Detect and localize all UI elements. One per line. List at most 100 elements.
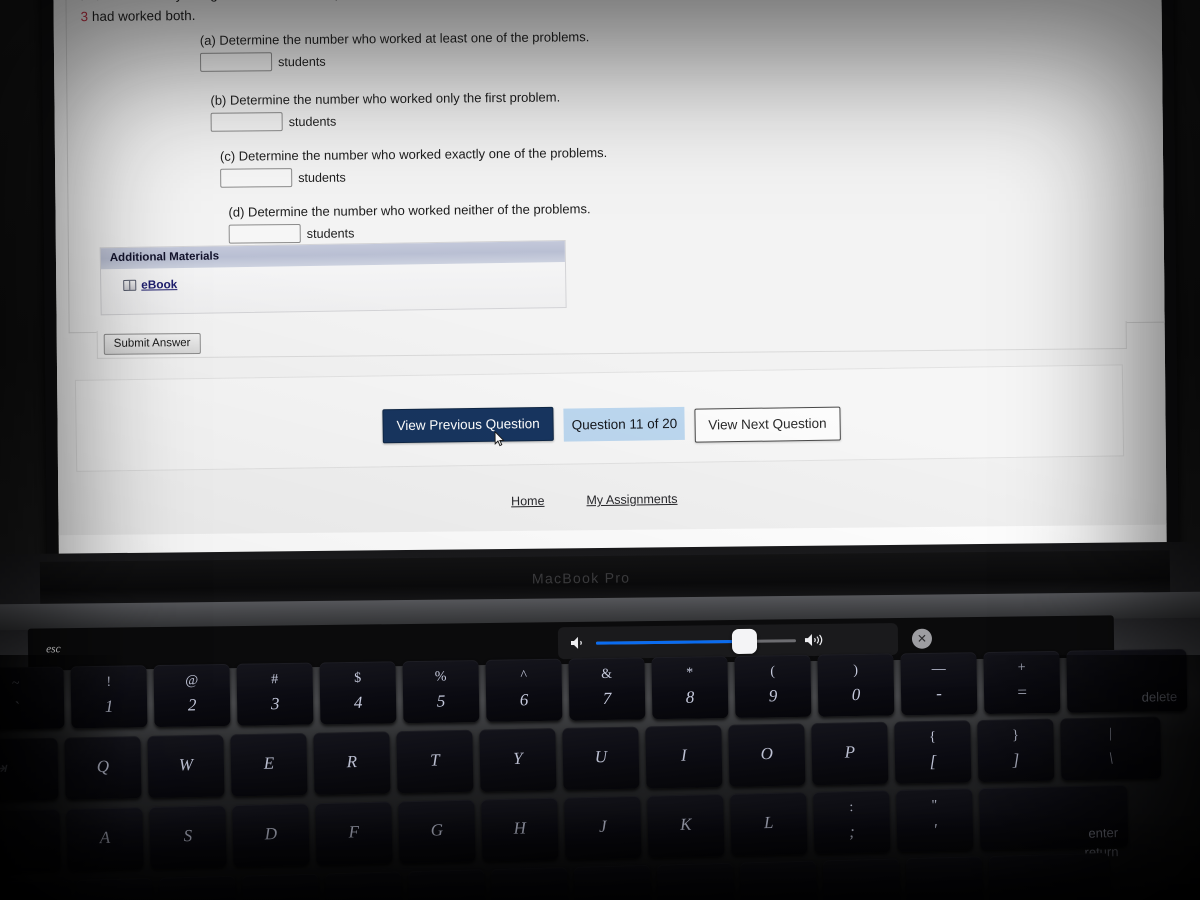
key-i-8[interactable]: I	[645, 724, 723, 789]
part-a-input[interactable]	[199, 52, 273, 72]
key-k-0[interactable]: k	[0, 809, 61, 874]
part-d-label: (d) Determine the number who worked neit…	[228, 201, 591, 220]
key-key-1[interactable]	[76, 877, 154, 900]
view-previous-question-label: View Previous Question	[396, 415, 540, 434]
ebook-link[interactable]: eBook	[141, 277, 177, 292]
key-3-3[interactable]: #3	[236, 662, 314, 726]
key-e-3[interactable]: E	[230, 732, 308, 797]
key--11[interactable]: " '	[896, 788, 974, 853]
key-d-3[interactable]: D	[232, 803, 310, 868]
key-y-6[interactable]: Y	[479, 728, 557, 792]
key-u-7[interactable]: U	[562, 726, 640, 791]
prompt-pre: Professor Hickey assigned two homework p…	[80, 0, 469, 3]
volume-slider-handle[interactable]	[731, 628, 758, 654]
mouse-cursor-icon	[494, 431, 505, 447]
key-legend-bottom: ;	[848, 822, 856, 842]
footer-link-my-assignments[interactable]: My Assignments	[586, 492, 677, 507]
key-legend-top: )	[853, 663, 859, 679]
key-key-12[interactable]	[988, 852, 1111, 900]
key-r-4[interactable]: R	[313, 731, 391, 795]
key-5-5[interactable]: % 5	[402, 659, 480, 724]
key--0[interactable]: ~ `	[0, 666, 65, 730]
both-problems-count: 3	[80, 8, 89, 25]
key-key-9[interactable]	[739, 860, 818, 900]
speaker-high-icon	[804, 634, 823, 647]
key-legend: J	[598, 816, 607, 836]
key-key-2[interactable]	[159, 875, 237, 900]
key-f-4[interactable]: F	[315, 801, 393, 866]
key-legend: U	[594, 747, 608, 767]
key-g-5[interactable]: G	[398, 799, 476, 864]
key-2-2[interactable]: @2	[153, 663, 231, 728]
volume-hud-close-button[interactable]: ✕	[911, 628, 933, 649]
book-icon	[123, 279, 137, 291]
key-q-1[interactable]: Q	[64, 736, 142, 800]
key-delete-13[interactable]: delete	[1066, 648, 1188, 713]
key-8-8[interactable]: * 8	[651, 656, 729, 720]
key--13[interactable]: | \	[1060, 716, 1162, 781]
part-d-input[interactable]	[228, 223, 301, 244]
webassign-page: Professor Hickey assigned two homework p…	[53, 0, 1167, 536]
key-p-10[interactable]: P	[811, 721, 889, 786]
key-h-6[interactable]: H	[481, 797, 559, 862]
key--12[interactable]: + =	[983, 650, 1061, 715]
key-key-0[interactable]	[0, 880, 71, 900]
key-legend: Q	[96, 756, 110, 776]
key-legend-bottom: `	[13, 698, 20, 718]
key-legend-top: "	[931, 798, 938, 814]
key-k-8[interactable]: K	[647, 793, 725, 858]
key-1-1[interactable]: ! 1	[70, 665, 148, 729]
key-6-6[interactable]: ^ 6	[485, 658, 563, 722]
key-key-6[interactable]	[490, 867, 569, 900]
key-legend-bottom: 6	[519, 690, 529, 710]
key-o-9[interactable]: O	[728, 723, 806, 787]
key-w-2[interactable]: W	[147, 734, 225, 799]
key-legend-bottom: -	[936, 683, 943, 703]
key-j-7[interactable]: J	[564, 795, 642, 860]
key-l-9[interactable]: L	[730, 792, 808, 856]
key-legend: I	[680, 745, 687, 765]
key-legend: H	[513, 818, 527, 838]
view-previous-question-button[interactable]: View Previous Question	[382, 406, 554, 447]
question-navigation-controls: View Previous Question Question 11 of 20…	[382, 403, 841, 448]
key-7-7[interactable]: & 7	[568, 657, 646, 721]
key--11[interactable]: — -	[900, 652, 978, 716]
key-legend-top: $	[354, 670, 362, 686]
key-key-5[interactable]	[408, 869, 486, 900]
question-counter: Question 11 of 20	[563, 406, 685, 442]
key-t-5[interactable]: T	[396, 729, 474, 794]
key-0-10[interactable]: ) 0	[817, 653, 895, 717]
key--0[interactable]: ⇥	[0, 737, 59, 802]
key-legend-bottom: 7	[602, 688, 612, 709]
macbook-pro-logo: MacBook Pro	[531, 569, 631, 587]
view-next-question-button[interactable]: View Next Question	[694, 406, 841, 443]
submit-answer-button[interactable]: Submit Answer	[103, 332, 201, 355]
key--10[interactable]: :;	[813, 790, 891, 854]
key-enter-12[interactable]: enter return	[979, 784, 1129, 860]
key--12[interactable]: }]	[977, 718, 1055, 783]
key-key-11[interactable]	[905, 856, 984, 900]
key-legend: F	[348, 822, 360, 842]
key-legend-top: @	[185, 673, 199, 689]
key-legend-top: *	[686, 665, 694, 681]
part-d-unit: students	[306, 225, 355, 241]
key-legend-bottom: \	[1108, 748, 1114, 768]
key-s-2[interactable]: S	[149, 805, 227, 870]
key-key-7[interactable]	[573, 864, 652, 900]
key-key-10[interactable]	[822, 858, 901, 900]
key-key-8[interactable]	[656, 862, 735, 900]
key-key-4[interactable]	[325, 871, 403, 900]
key-4-4[interactable]: $4	[319, 661, 397, 725]
volume-slider-track[interactable]	[595, 628, 797, 654]
part-c-input[interactable]	[220, 168, 293, 188]
key--11[interactable]: {[	[894, 720, 972, 784]
key-9-9[interactable]: (9	[734, 654, 812, 718]
key-legend-bottom: =	[1016, 682, 1028, 702]
part-b-input[interactable]	[210, 112, 283, 132]
key-key-3[interactable]	[242, 873, 320, 900]
key-a-1[interactable]: A	[66, 807, 144, 871]
key-legend-top: |	[1108, 726, 1113, 742]
part-a-label: (a) Determine the number who worked at l…	[199, 29, 590, 48]
key-legend-word: delete	[1141, 689, 1178, 705]
footer-link-home[interactable]: Home	[511, 494, 545, 508]
